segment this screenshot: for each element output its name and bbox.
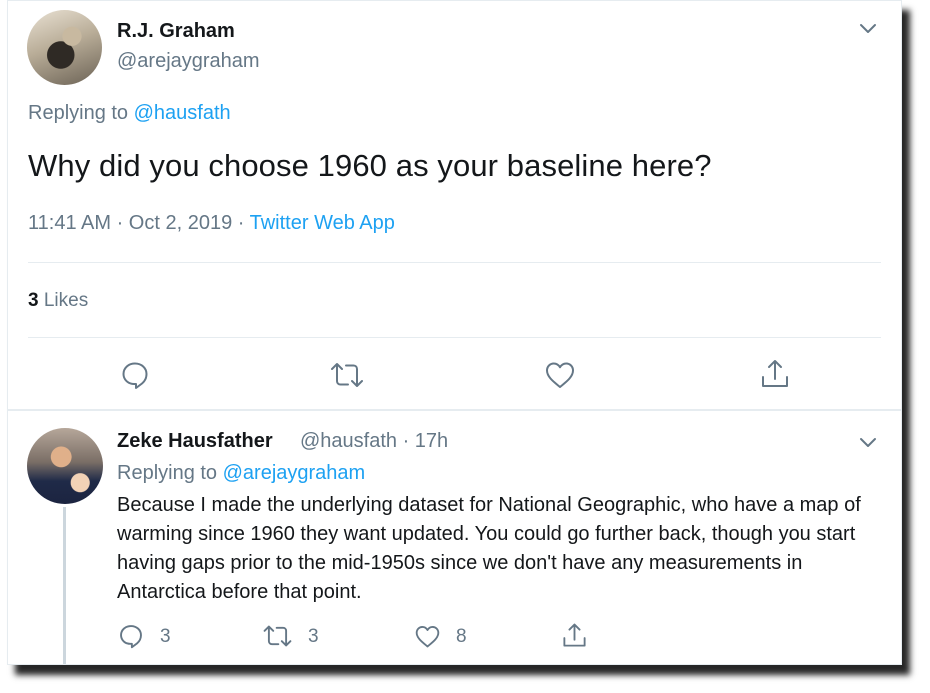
- retweet-icon[interactable]: [329, 360, 365, 390]
- replying-to-prefix: Replying to: [117, 462, 223, 484]
- thread-line: [63, 507, 66, 664]
- tweet-meta: 11:41 AM · Oct 2, 2019 · Twitter Web App: [28, 212, 395, 235]
- tweet-card: R.J. Graham @arejaygraham Replying to @h…: [7, 0, 902, 665]
- divider: [28, 337, 881, 338]
- like-count: 8: [456, 626, 467, 647]
- retweet-count: 3: [308, 626, 319, 647]
- share-icon[interactable]: [759, 358, 791, 390]
- timestamp[interactable]: 11:41 AM · Oct 2, 2019 ·: [28, 212, 250, 234]
- replying-to: Replying to @arejaygraham: [117, 462, 365, 485]
- like-icon[interactable]: [544, 360, 576, 390]
- divider: [8, 409, 901, 411]
- retweet-icon[interactable]: [262, 623, 293, 649]
- author-handle[interactable]: @arejaygraham: [117, 50, 260, 73]
- reply-count: 3: [160, 626, 171, 647]
- reply-author-handle[interactable]: @hausfath · 17h: [300, 430, 448, 453]
- source-link[interactable]: Twitter Web App: [250, 212, 395, 234]
- chevron-down-icon[interactable]: [859, 19, 877, 37]
- replying-to-link[interactable]: @hausfath: [134, 102, 231, 124]
- likes-label: Likes: [38, 290, 89, 311]
- tweet-text: Why did you choose 1960 as your baseline…: [28, 148, 712, 183]
- share-icon[interactable]: [561, 622, 588, 649]
- avatar[interactable]: [27, 10, 102, 85]
- reply-text: Because I made the underlying dataset fo…: [117, 494, 861, 603]
- reply-icon[interactable]: [120, 360, 150, 390]
- replying-to-link[interactable]: @arejaygraham: [223, 462, 366, 484]
- chevron-down-icon[interactable]: [859, 433, 877, 451]
- replying-to-prefix: Replying to: [28, 102, 134, 124]
- reply-author-name[interactable]: Zeke Hausfather: [117, 430, 273, 453]
- avatar[interactable]: [27, 428, 103, 504]
- replying-to: Replying to @hausfath: [28, 102, 231, 125]
- author-name[interactable]: R.J. Graham: [117, 20, 235, 43]
- likes-count[interactable]: 3 Likes: [28, 290, 88, 312]
- like-icon[interactable]: [414, 624, 441, 649]
- divider: [28, 262, 881, 263]
- likes-number: 3: [28, 290, 39, 311]
- reply-icon[interactable]: [118, 623, 144, 649]
